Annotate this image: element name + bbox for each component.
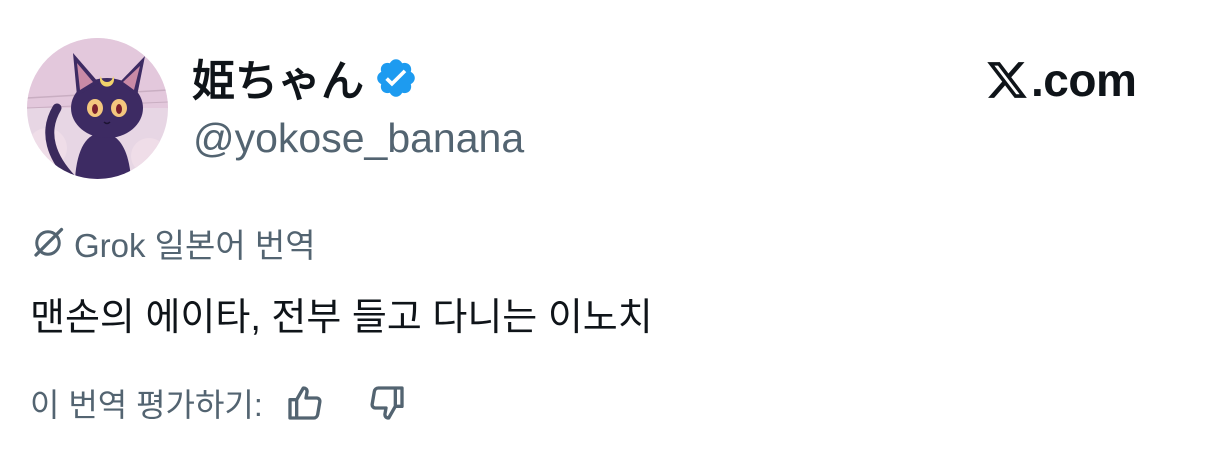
black-cat-avatar-image [27, 38, 168, 179]
post-card: 姫ちゃん @yokose_banana .com Grok 일본어 번역 맨손의… [0, 0, 1206, 453]
display-name[interactable]: 姫ちゃん [192, 50, 418, 106]
translation-label: Grok 일본어 번역 [30, 221, 316, 265]
user-handle[interactable]: @yokose_banana [193, 115, 524, 162]
brand-text: .com [1031, 54, 1137, 106]
tweet-text: 맨손의 에이타, 전부 들고 다니는 이노치 [30, 297, 653, 339]
translation-rating: 이 번역 평가하기: [30, 378, 409, 428]
grok-icon [30, 225, 66, 261]
thumbs-down-icon[interactable] [365, 381, 409, 425]
translation-label-text: Grok 일본어 번역 [74, 227, 316, 264]
avatar[interactable] [27, 38, 168, 179]
thumbs-up-icon[interactable] [283, 381, 327, 425]
rating-prompt: 이 번역 평가하기: [30, 387, 263, 423]
x-logo-icon [985, 58, 1029, 102]
x-com-brand: .com [985, 52, 1137, 108]
verified-badge-icon [374, 56, 418, 100]
display-name-text[interactable]: 姫ちゃん [192, 47, 364, 109]
